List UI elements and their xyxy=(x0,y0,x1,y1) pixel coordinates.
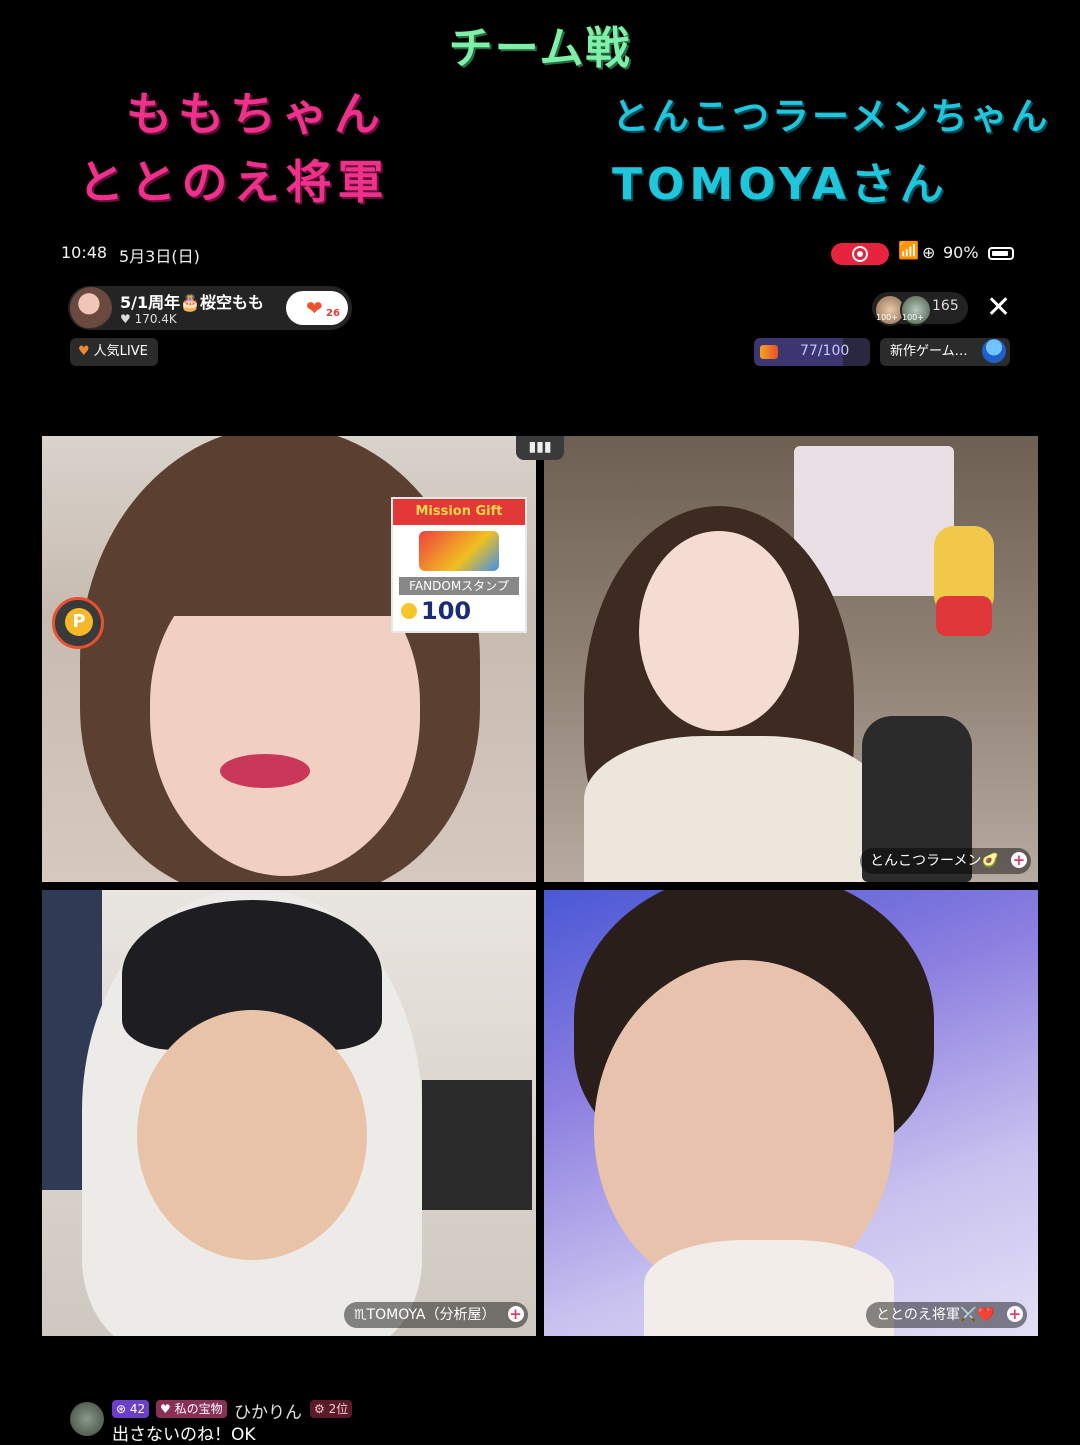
mission-gift-amount: 100 xyxy=(421,597,472,625)
comment-text: 出さないのね！OK xyxy=(112,1425,256,1445)
fan-badge: ♥ 私の宝物 xyxy=(156,1400,227,1418)
level-value: 42 xyxy=(129,1402,146,1416)
new-game-label: 新作ゲーム… xyxy=(890,344,968,359)
battery-percent: 90% xyxy=(943,243,979,262)
new-game-button[interactable]: 新作ゲーム… xyxy=(880,338,1010,366)
add-follow-icon[interactable]: + xyxy=(1006,1306,1023,1322)
video-tile-guest-3[interactable]: ととのえ将軍⚔️❤️ + xyxy=(544,890,1038,1336)
viewer-badge: 100+ xyxy=(876,313,898,322)
participant-name-pill[interactable]: ととのえ将軍⚔️❤️ + xyxy=(866,1302,1027,1328)
broken-heart-icon: ❤ xyxy=(306,296,323,320)
screen-record-icon[interactable] xyxy=(831,243,889,265)
fan-badge-label: 私の宝物 xyxy=(174,1402,223,1416)
coin-icon xyxy=(401,603,417,619)
mission-icon xyxy=(760,345,778,359)
mission-gift-card[interactable]: Mission Gift FANDOMスタンプ 100 xyxy=(391,497,527,633)
game-character-icon xyxy=(982,339,1006,363)
heart-icon: ♥ xyxy=(78,344,90,359)
level-badge: ⊛ 42 xyxy=(112,1400,150,1418)
right-team-member-2: TOMOYAさん xyxy=(612,159,949,210)
team-battle-title: チーム戦 xyxy=(448,23,632,74)
wifi-icon: 📶 xyxy=(898,241,920,261)
follow-count: 26 xyxy=(326,308,340,319)
participant-name: ととのえ将軍⚔️❤️ xyxy=(876,1307,995,1323)
status-time: 10:48 xyxy=(61,243,108,262)
commenter-avatar[interactable] xyxy=(70,1402,104,1436)
right-team-member-1: とんこつラーメンちゃん xyxy=(612,95,1051,138)
point-coin-icon[interactable]: P xyxy=(52,597,104,649)
close-icon[interactable]: ✕ xyxy=(986,290,1011,325)
status-date: 5月3日(日) xyxy=(119,247,200,266)
host-likes-value: 170.4K xyxy=(134,312,177,326)
mission-progress-bar[interactable]: 77/100 xyxy=(754,338,870,366)
fandom-stamp-label: FANDOMスタンプ xyxy=(399,577,519,595)
participant-name-pill[interactable]: ♏TOMOYA（分析屋） + xyxy=(344,1302,528,1328)
participant-name: とんこつラーメン🥑 xyxy=(870,853,999,869)
participant-name-pill[interactable]: とんこつラーメン🥑 + xyxy=(860,848,1031,874)
rank-badge: ⚙ 2位 xyxy=(310,1400,353,1418)
live-fandom-logo xyxy=(419,531,499,571)
audio-level-icon[interactable]: ▮▮▮ xyxy=(516,436,564,460)
add-follow-icon[interactable]: + xyxy=(1010,852,1027,868)
host-name: 5/1周年🎂桜空もも xyxy=(120,293,265,312)
video-tile-guest-1[interactable]: とんこつラーメン🥑 + xyxy=(544,436,1038,882)
video-tile-guest-2[interactable]: ♏TOMOYA（分析屋） + xyxy=(42,890,536,1336)
left-team-member-2: ととのえ将軍 xyxy=(78,155,390,209)
rank-value: 2位 xyxy=(328,1402,349,1416)
orientation-lock-icon: ⊕ xyxy=(922,243,936,262)
host-likes: ♥ 170.4K xyxy=(120,312,177,326)
mission-progress-text: 77/100 xyxy=(800,343,850,359)
heart-icon: ♥ xyxy=(120,312,135,326)
add-follow-icon[interactable]: + xyxy=(507,1306,524,1322)
host-avatar[interactable] xyxy=(70,287,112,329)
viewer-badge: 100+ xyxy=(902,313,924,322)
popular-live-tag[interactable]: ♥ 人気LIVE xyxy=(70,338,158,366)
participant-name: ♏TOMOYA（分析屋） xyxy=(354,1307,496,1323)
battery-icon xyxy=(988,247,1014,260)
popular-live-label: 人気LIVE xyxy=(93,344,148,359)
mission-gift-header: Mission Gift xyxy=(393,499,525,525)
viewer-count: 165 xyxy=(932,298,959,314)
left-team-member-1: ももちゃん xyxy=(126,87,386,141)
